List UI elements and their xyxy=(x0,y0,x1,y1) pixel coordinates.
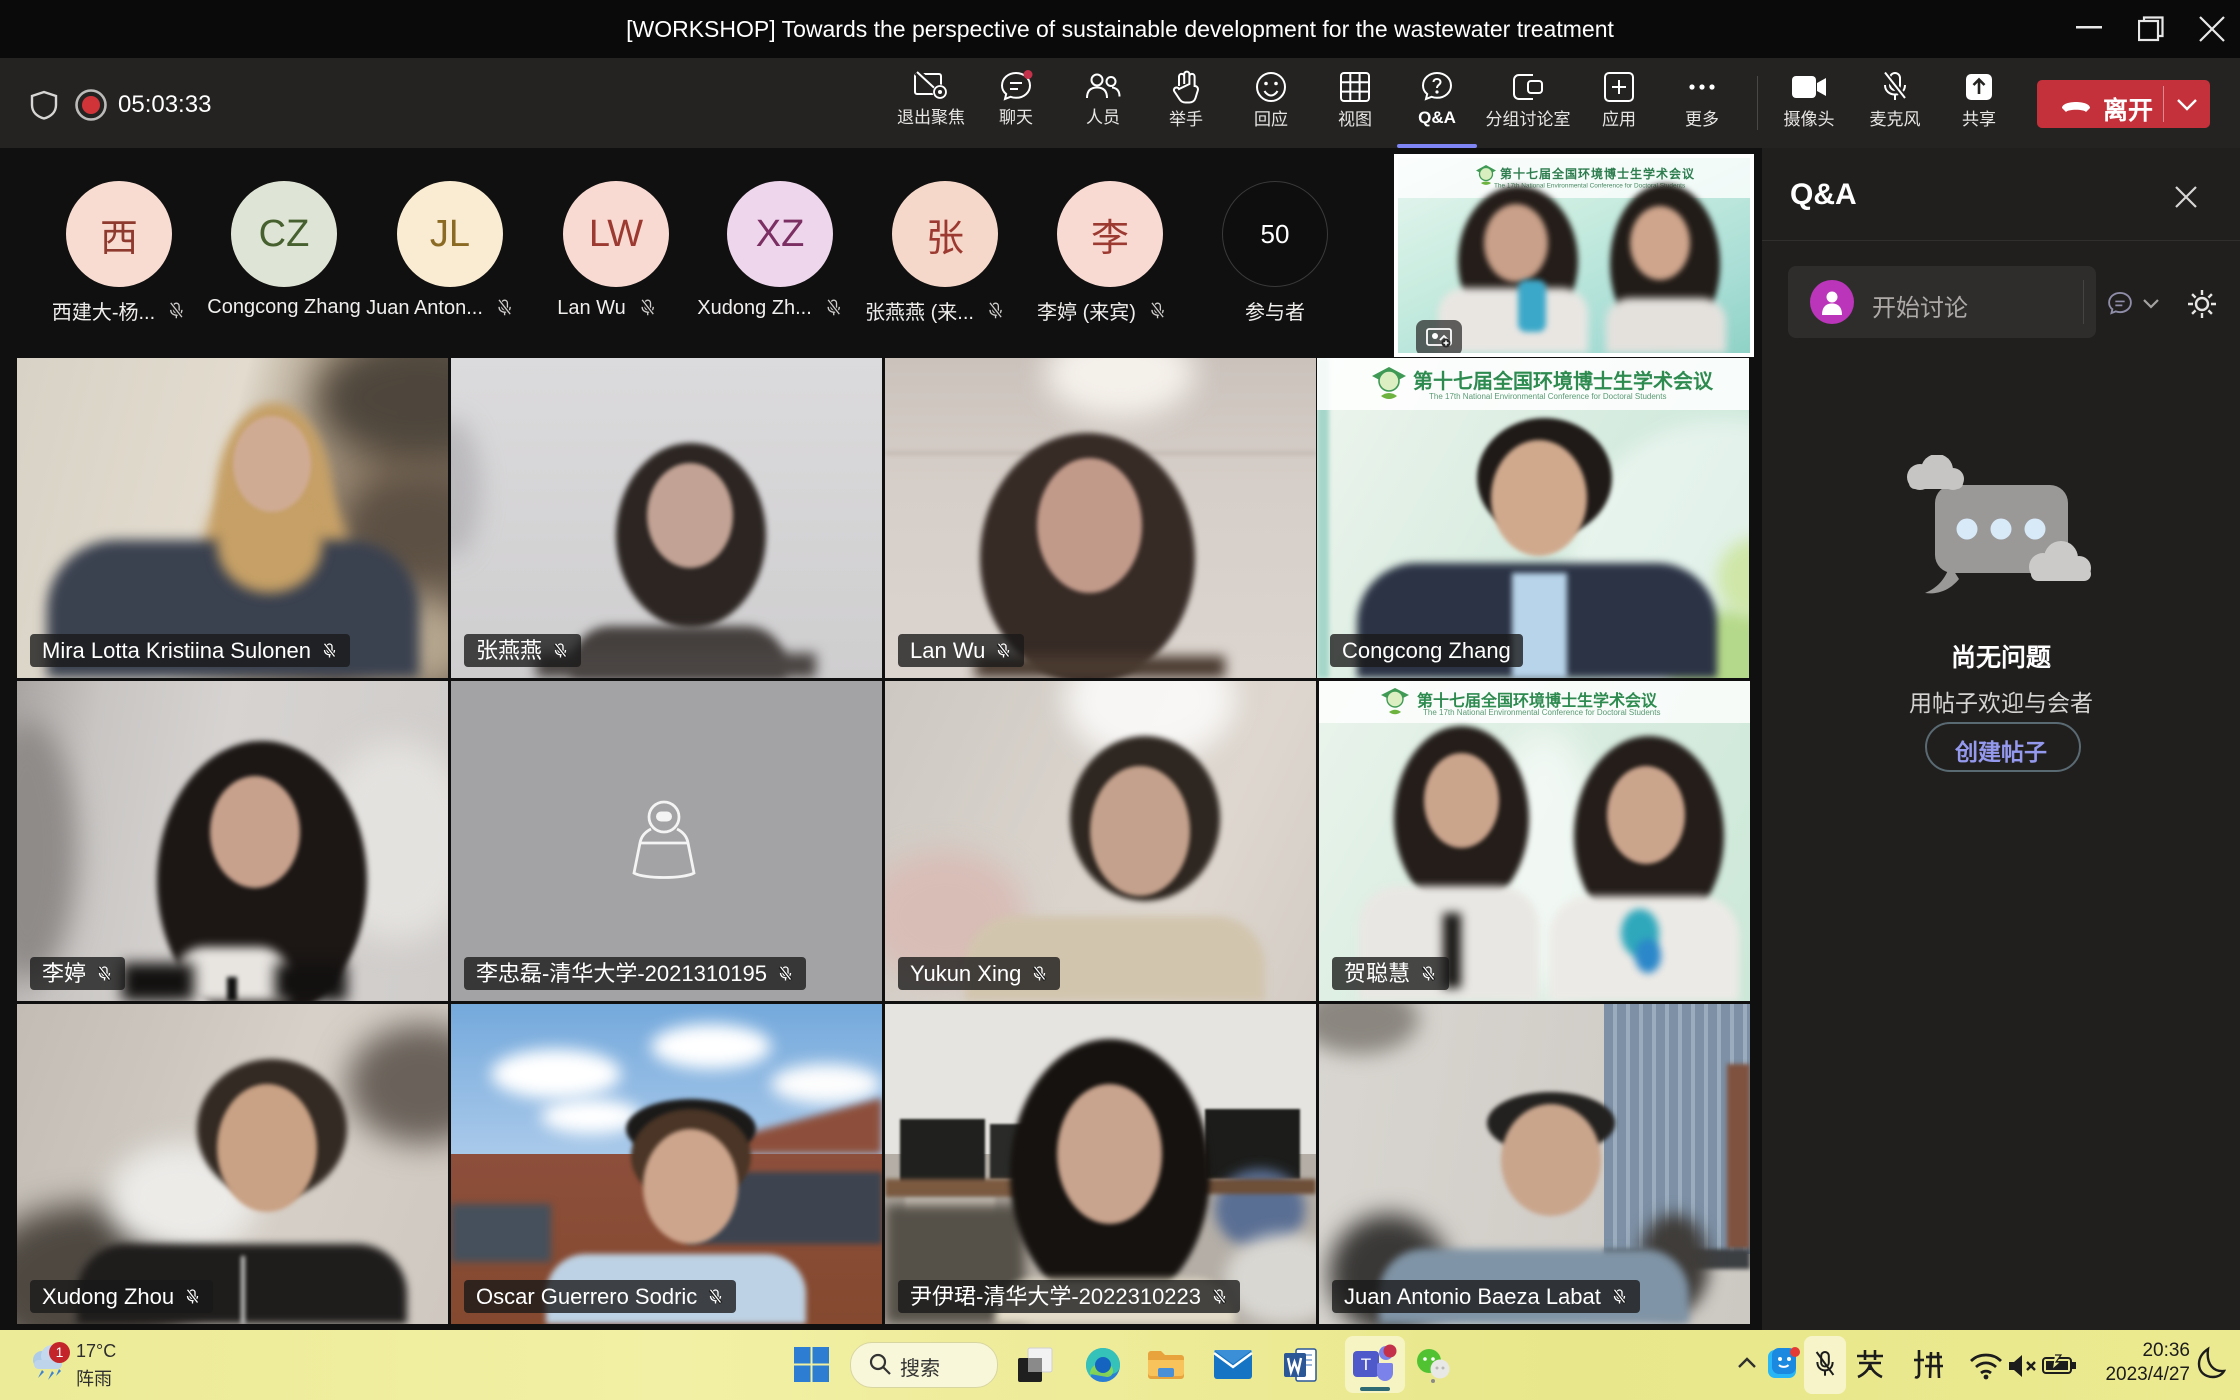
svg-text:T: T xyxy=(1361,1355,1371,1374)
